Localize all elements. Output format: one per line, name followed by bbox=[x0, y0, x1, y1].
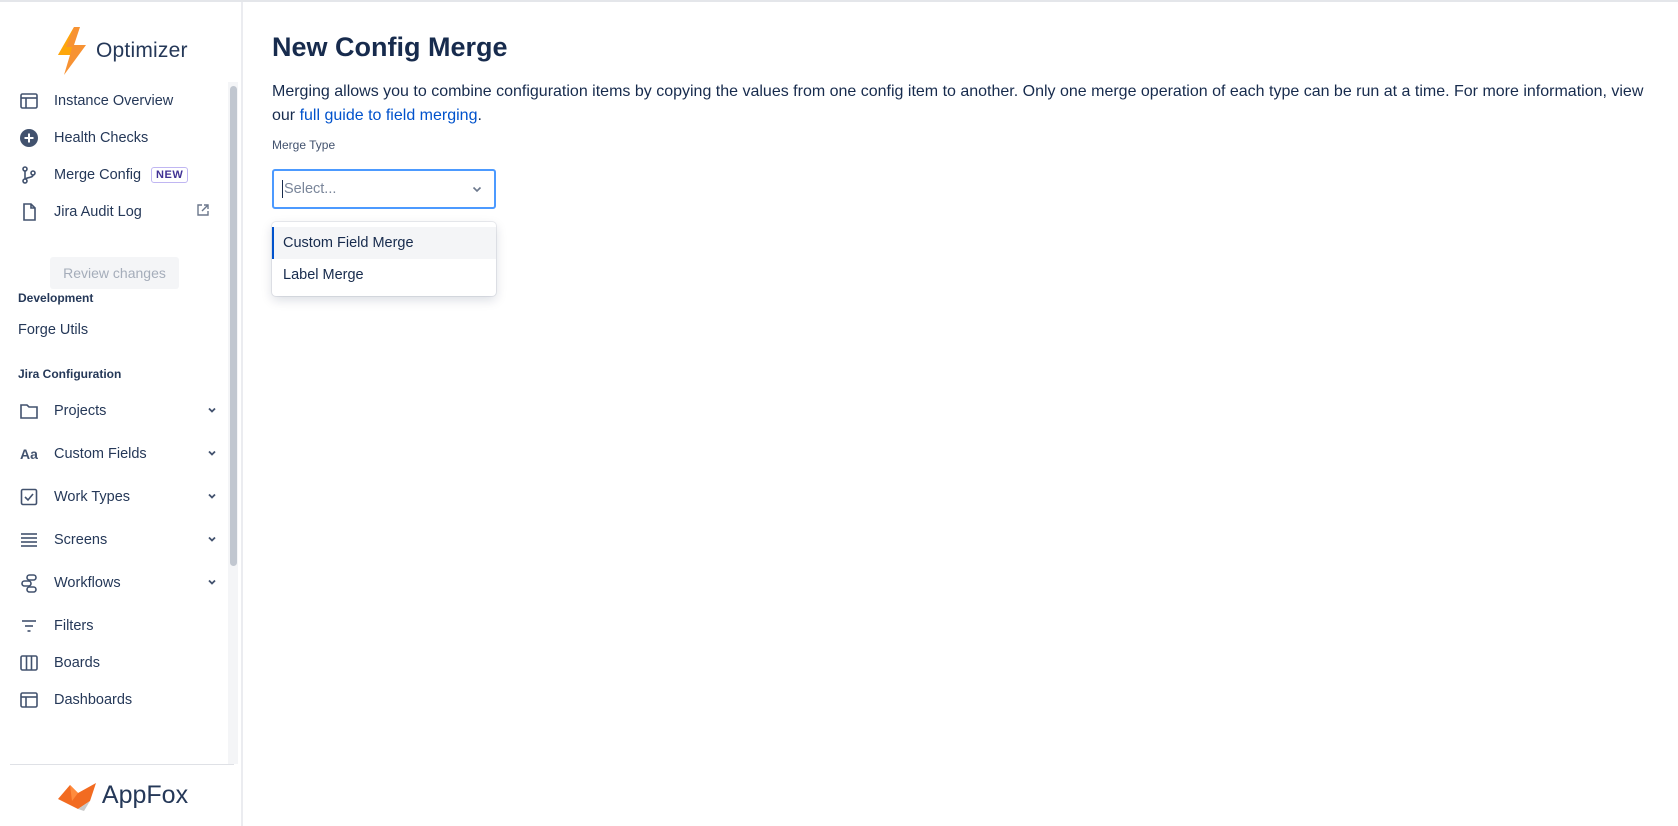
folder-icon bbox=[18, 400, 40, 422]
merge-type-label: Merge Type bbox=[272, 138, 336, 152]
sidebar: Optimizer Instance Overview Health Check… bbox=[0, 2, 243, 826]
sidebar-item-label: Instance Overview bbox=[54, 93, 174, 109]
sidebar-item-jira-audit-log[interactable]: Jira Audit Log bbox=[18, 197, 218, 227]
chevron-down-icon[interactable] bbox=[206, 447, 218, 462]
workflow-icon bbox=[18, 572, 40, 594]
sidebar-item-label: Merge Config bbox=[54, 167, 142, 183]
page-title: New Config Merge bbox=[272, 32, 508, 62]
option-label-merge[interactable]: Label Merge bbox=[272, 259, 496, 291]
option-custom-field-merge[interactable]: Custom Field Merge bbox=[272, 227, 496, 259]
fox-logo-icon bbox=[57, 782, 96, 811]
sidebar-item-label: Work Types bbox=[54, 489, 131, 505]
merge-type-dropdown-menu: Custom Field Merge Label Merge bbox=[272, 222, 496, 296]
select-placeholder: Select... bbox=[284, 181, 337, 197]
text-cursor bbox=[282, 180, 283, 198]
filter-icon bbox=[18, 615, 40, 637]
sidebar-item-health-checks[interactable]: Health Checks bbox=[18, 123, 218, 153]
external-link-icon[interactable] bbox=[196, 203, 210, 222]
layout-icon bbox=[18, 90, 40, 112]
add-circle-icon bbox=[18, 127, 40, 149]
chevron-down-icon[interactable] bbox=[206, 404, 218, 419]
chevron-down-icon[interactable] bbox=[470, 182, 484, 201]
appfox-footer[interactable]: AppFox bbox=[10, 764, 234, 826]
sidebar-item-label: Filters bbox=[54, 618, 94, 634]
checkbox-icon bbox=[18, 486, 40, 508]
list-icon bbox=[18, 529, 40, 551]
app-name: Optimizer bbox=[96, 39, 188, 62]
dashboard-icon bbox=[18, 689, 40, 711]
section-heading-development: Development bbox=[18, 291, 94, 305]
merge-type-select[interactable]: Select... bbox=[272, 169, 496, 209]
review-changes-button[interactable]: Review changes bbox=[50, 257, 179, 289]
chevron-down-icon[interactable] bbox=[206, 576, 218, 591]
document-icon bbox=[18, 201, 40, 223]
chevron-down-icon[interactable] bbox=[206, 490, 218, 505]
sidebar-item-projects[interactable]: Projects bbox=[18, 396, 218, 426]
description-end: . bbox=[477, 107, 482, 124]
lightning-bolt-icon bbox=[58, 27, 86, 75]
new-badge: NEW bbox=[151, 167, 189, 183]
sidebar-item-forge-utils[interactable]: Forge Utils bbox=[18, 322, 88, 338]
sidebar-item-merge-config[interactable]: Merge Config NEW bbox=[18, 160, 218, 190]
sidebar-item-label: Screens bbox=[54, 532, 108, 548]
sidebar-item-label: Custom Fields bbox=[54, 446, 147, 462]
sidebar-item-label: Workflows bbox=[54, 575, 121, 591]
sidebar-item-screens[interactable]: Screens bbox=[18, 525, 218, 555]
chevron-down-icon[interactable] bbox=[206, 533, 218, 548]
sidebar-item-work-types[interactable]: Work Types bbox=[18, 482, 218, 512]
section-heading-jira-configuration: Jira Configuration bbox=[18, 367, 122, 381]
optimizer-logo[interactable]: Optimizer bbox=[54, 26, 188, 76]
sidebar-item-label: Health Checks bbox=[54, 130, 149, 146]
sidebar-item-workflows[interactable]: Workflows bbox=[18, 568, 218, 598]
sidebar-item-boards[interactable]: Boards bbox=[18, 648, 218, 678]
sidebar-item-label: Boards bbox=[54, 655, 100, 671]
board-icon bbox=[18, 652, 40, 674]
page-description: Merging allows you to combine configurat… bbox=[272, 80, 1652, 128]
sidebar-nav[interactable]: Instance Overview Health Checks Merge Co… bbox=[10, 82, 234, 764]
sidebar-item-label: Dashboards bbox=[54, 692, 133, 708]
branch-icon bbox=[18, 164, 40, 186]
field-merging-guide-link[interactable]: full guide to field merging bbox=[300, 107, 478, 124]
sidebar-item-filters[interactable]: Filters bbox=[18, 611, 218, 641]
sidebar-item-instance-overview[interactable]: Instance Overview bbox=[18, 86, 218, 116]
sidebar-item-label: Jira Audit Log bbox=[54, 204, 142, 220]
sidebar-item-custom-fields[interactable]: Aa Custom Fields bbox=[18, 439, 218, 469]
sidebar-item-dashboards[interactable]: Dashboards bbox=[18, 685, 218, 715]
sidebar-scrollbar-thumb[interactable] bbox=[230, 86, 237, 566]
text-style-icon: Aa bbox=[20, 446, 38, 462]
footer-brand: AppFox bbox=[101, 781, 189, 809]
main-content: New Config Merge Merging allows you to c… bbox=[272, 2, 1652, 802]
sidebar-item-label: Projects bbox=[54, 403, 107, 419]
